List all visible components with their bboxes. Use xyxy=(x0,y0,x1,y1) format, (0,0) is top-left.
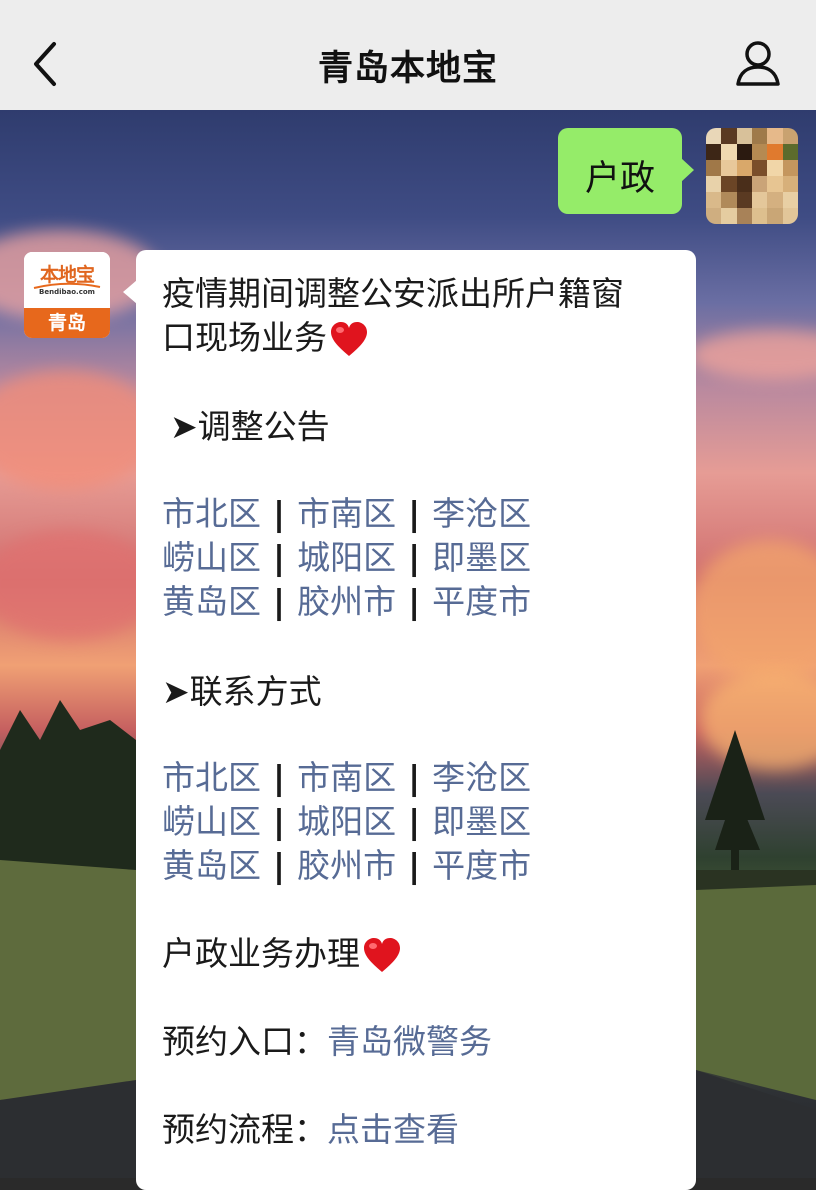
separator: | xyxy=(273,758,286,797)
district-row: 市北区 | 市南区 | 李沧区 xyxy=(162,492,531,536)
district-link[interactable]: 即墨区 xyxy=(432,802,531,841)
district-link[interactable]: 胶州市 xyxy=(297,846,396,885)
biz-title-row: 户政业务办理 xyxy=(162,932,402,976)
district-row: 黄岛区 | 胶州市 | 平度市 xyxy=(162,844,531,888)
biz-title: 户政业务办理 xyxy=(162,934,360,973)
district-link[interactable]: 平度市 xyxy=(432,582,531,621)
separator: | xyxy=(273,846,286,885)
separator: | xyxy=(273,802,286,841)
district-row: 崂山区 | 城阳区 | 即墨区 xyxy=(162,536,531,580)
district-row: 市北区 | 市南区 | 李沧区 xyxy=(162,756,531,800)
separator: | xyxy=(273,582,286,621)
my-message-bubble[interactable]: 户政 xyxy=(558,128,694,214)
district-link[interactable]: 城阳区 xyxy=(297,538,396,577)
district-link[interactable]: 李沧区 xyxy=(432,494,531,533)
flow-label: 预约流程： xyxy=(162,1110,327,1149)
card-title-line1: 疫情期间调整公安派出所户籍窗 xyxy=(162,274,624,313)
entry-label: 预约入口： xyxy=(162,1022,327,1061)
separator: | xyxy=(273,538,286,577)
district-row: 崂山区 | 城阳区 | 即墨区 xyxy=(162,800,531,844)
user-profile-icon xyxy=(736,41,780,86)
profile-button[interactable] xyxy=(730,38,786,90)
district-link[interactable]: 即墨区 xyxy=(432,538,531,577)
district-link[interactable]: 市北区 xyxy=(162,494,261,533)
separator: | xyxy=(408,582,421,621)
separator: | xyxy=(408,494,421,533)
brand-site: Bendibao.com xyxy=(39,288,95,296)
separator: | xyxy=(408,802,421,841)
my-avatar[interactable] xyxy=(706,128,798,224)
separator: | xyxy=(408,538,421,577)
entry-link[interactable]: 青岛微警务 xyxy=(327,1022,492,1061)
brand-city: 青岛 xyxy=(24,308,110,338)
my-message-text: 户政 xyxy=(584,159,655,199)
heart-icon xyxy=(364,937,400,972)
district-link[interactable]: 李沧区 xyxy=(432,758,531,797)
separator: | xyxy=(408,846,421,885)
card-title-line2-text: 口现场业务 xyxy=(162,318,327,357)
bendibao-avatar[interactable]: 本地宝 Bendibao.com 青岛 xyxy=(24,252,110,338)
district-link[interactable]: 平度市 xyxy=(432,846,531,885)
section-announcement: ➤调整公告 xyxy=(170,407,330,446)
flow-row: 预约流程：点击查看 xyxy=(162,1108,459,1152)
district-link[interactable]: 市南区 xyxy=(297,758,396,797)
chat-title: 青岛本地宝 xyxy=(317,49,498,89)
district-row: 黄岛区 | 胶州市 | 平度市 xyxy=(162,580,531,624)
separator: | xyxy=(273,494,286,533)
district-link[interactable]: 黄岛区 xyxy=(162,846,261,885)
district-link[interactable]: 市北区 xyxy=(162,758,261,797)
message-card: 疫情期间调整公安派出所户籍窗 口现场业务 ➤调整公告 市北区 | 市南区 | 李沧区 崂山… xyxy=(123,250,696,1190)
separator: | xyxy=(408,758,421,797)
district-link[interactable]: 崂山区 xyxy=(162,538,261,577)
flow-link[interactable]: 点击查看 xyxy=(327,1110,459,1149)
section-contact: ➤联系方式 xyxy=(162,672,322,711)
district-link[interactable]: 胶州市 xyxy=(297,582,396,621)
district-link[interactable]: 市南区 xyxy=(297,494,396,533)
brand-logo: 本地宝 Bendibao.com xyxy=(24,252,110,306)
district-link[interactable]: 黄岛区 xyxy=(162,582,261,621)
district-link[interactable]: 城阳区 xyxy=(297,802,396,841)
card-title-line2: 口现场业务 xyxy=(162,316,369,360)
entry-row: 预约入口：青岛微警务 xyxy=(162,1020,492,1064)
heart-icon xyxy=(331,321,367,356)
top-nav-bar: 青岛本地宝 xyxy=(0,0,816,110)
district-link[interactable]: 崂山区 xyxy=(162,802,261,841)
